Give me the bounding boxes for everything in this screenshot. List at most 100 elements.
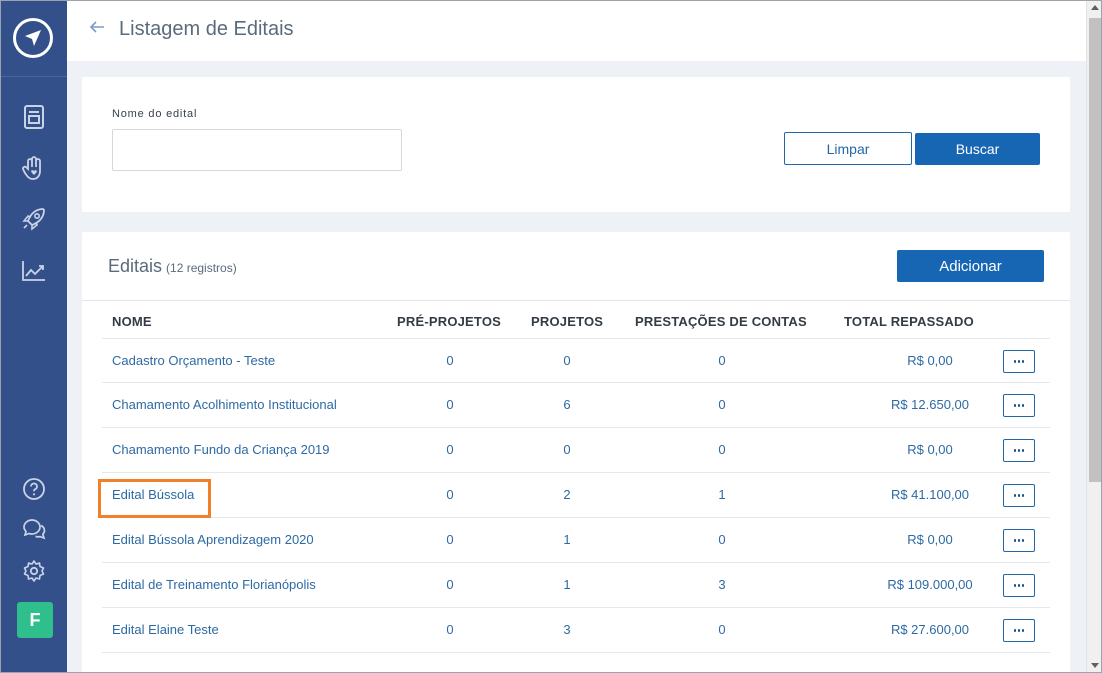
sidebar-item-launch[interactable] <box>21 206 47 232</box>
column-header-prestacoes[interactable]: PRESTAÇÕES DE CONTAS <box>635 314 807 329</box>
row-actions-button[interactable] <box>1003 529 1035 552</box>
pre-projetos-count[interactable]: 0 <box>420 442 480 457</box>
edital-name-link[interactable]: Edital Elaine Teste <box>112 622 219 637</box>
total-repassado: R$ 0,00 <box>907 532 953 547</box>
table-row: Edital Bússola Aprendizagem 2020 0 1 0 R$ 0,… <box>102 518 1050 563</box>
avatar-letter: F <box>29 609 41 630</box>
column-header-pre-projetos[interactable]: PRÉ-PROJETOS <box>397 314 501 329</box>
chat-icon <box>23 519 46 540</box>
total-repassado: R$ 109.000,00 <box>887 577 973 592</box>
edital-name-link[interactable]: Edital Bússola <box>112 487 194 502</box>
column-header-nome[interactable]: NOME <box>112 314 152 329</box>
sidebar-item-chat[interactable] <box>21 516 47 542</box>
total-repassado: R$ 27.600,00 <box>890 622 970 637</box>
list-title: Editais (12 registros) <box>108 256 237 277</box>
edital-name-link[interactable]: Chamamento Acolhimento Institucional <box>112 397 337 412</box>
total-repassado: R$ 0,00 <box>907 442 953 457</box>
page-title: Listagem de Editais <box>119 18 294 40</box>
table-row: Edital de Treinamento Florianópolis 0 1 3 R$… <box>102 563 1050 608</box>
compass-logo-icon <box>25 30 41 46</box>
editais-list-card: Editais (12 registros) Adicionar NOME PRÉ… <box>82 232 1070 672</box>
table-row: Edital Elaine Teste 0 3 0 R$ 27.600,00 <box>102 608 1050 653</box>
edital-name-input[interactable] <box>112 129 402 171</box>
prestacoes-count[interactable]: 0 <box>692 532 752 547</box>
projetos-count[interactable]: 2 <box>537 487 597 502</box>
sidebar-item-reports[interactable] <box>21 258 47 284</box>
prestacoes-count[interactable]: 0 <box>692 622 752 637</box>
page-header: Listagem de Editais <box>67 1 1086 61</box>
prestacoes-count[interactable]: 1 <box>692 487 752 502</box>
projetos-count[interactable]: 6 <box>537 397 597 412</box>
more-dots-icon <box>1013 539 1025 542</box>
app-logo[interactable] <box>13 18 53 58</box>
projetos-count[interactable]: 0 <box>537 353 597 368</box>
edital-name-link[interactable]: Edital de Treinamento Florianópolis <box>112 577 316 592</box>
app-window: F Listagem de Editais Nome do edital Lim… <box>0 0 1102 673</box>
pre-projetos-count[interactable]: 0 <box>420 622 480 637</box>
row-actions-button[interactable] <box>1003 574 1035 597</box>
chart-icon <box>22 261 45 281</box>
sidebar-divider <box>1 76 67 77</box>
row-actions-button[interactable] <box>1003 439 1035 462</box>
pre-projetos-count[interactable]: 0 <box>420 353 480 368</box>
sidebar-item-settings[interactable] <box>21 558 47 584</box>
page-scrollbar[interactable] <box>1086 1 1101 672</box>
scroll-up-arrow-icon[interactable] <box>1091 5 1099 10</box>
projetos-count[interactable]: 0 <box>537 442 597 457</box>
table-row: Chamamento Acolhimento Institucional 0 6 0 R… <box>102 383 1050 428</box>
total-repassado: R$ 41.100,00 <box>890 487 970 502</box>
gear-icon <box>23 560 45 582</box>
more-dots-icon <box>1013 584 1025 587</box>
table-row: Chamamento Fundo da Criança 2019 0 0 0 R$ 0,… <box>102 428 1050 473</box>
edital-name-link[interactable]: Edital Bússola Aprendizagem 2020 <box>112 532 314 547</box>
user-avatar[interactable]: F <box>17 602 53 638</box>
row-actions-button[interactable] <box>1003 394 1035 417</box>
table-row: Edital Bússola 0 2 1 R$ 41.100,00 <box>102 473 1050 518</box>
column-header-projetos[interactable]: PROJETOS <box>531 314 603 329</box>
record-count: (12 registros) <box>166 261 237 275</box>
more-dots-icon <box>1013 404 1025 407</box>
total-repassado: R$ 12.650,00 <box>890 397 970 412</box>
rocket-icon <box>22 208 45 231</box>
projetos-count[interactable]: 1 <box>537 577 597 592</box>
prestacoes-count[interactable]: 3 <box>692 577 752 592</box>
hand-heart-icon <box>22 156 41 180</box>
document-icon <box>24 105 44 129</box>
more-dots-icon <box>1013 449 1025 452</box>
prestacoes-count[interactable]: 0 <box>692 397 752 412</box>
sidebar-item-editais[interactable] <box>21 104 47 130</box>
back-arrow-icon[interactable] <box>87 17 107 37</box>
clear-button[interactable]: Limpar <box>784 132 912 165</box>
column-header-total[interactable]: TOTAL REPASSADO <box>844 314 974 329</box>
sidebar: F <box>1 1 67 672</box>
projetos-count[interactable]: 1 <box>537 532 597 547</box>
scroll-thumb[interactable] <box>1089 18 1101 482</box>
projetos-count[interactable]: 3 <box>537 622 597 637</box>
help-icon <box>23 478 45 500</box>
more-dots-icon <box>1013 494 1025 497</box>
total-repassado: R$ 0,00 <box>907 353 953 368</box>
prestacoes-count[interactable]: 0 <box>692 353 752 368</box>
row-actions-button[interactable] <box>1003 350 1035 373</box>
add-button[interactable]: Adicionar <box>897 250 1044 282</box>
more-dots-icon <box>1013 629 1025 632</box>
scroll-down-arrow-icon[interactable] <box>1091 663 1099 668</box>
list-title-text: Editais <box>108 256 163 276</box>
sidebar-item-projetos[interactable] <box>21 155 47 181</box>
table-row: Cadastro Orçamento - Teste 0 0 0 R$ 0,00 <box>102 338 1050 383</box>
sidebar-item-help[interactable] <box>21 476 47 502</box>
search-button[interactable]: Buscar <box>915 133 1040 165</box>
pre-projetos-count[interactable]: 0 <box>420 397 480 412</box>
list-divider <box>82 300 1070 301</box>
prestacoes-count[interactable]: 0 <box>692 442 752 457</box>
row-actions-button[interactable] <box>1003 619 1035 642</box>
row-actions-button[interactable] <box>1003 484 1035 507</box>
pre-projetos-count[interactable]: 0 <box>420 577 480 592</box>
filter-card: Nome do edital Limpar Buscar <box>82 77 1070 212</box>
pre-projetos-count[interactable]: 0 <box>420 487 480 502</box>
edital-name-link[interactable]: Chamamento Fundo da Criança 2019 <box>112 442 330 457</box>
edital-name-label: Nome do edital <box>112 108 198 120</box>
edital-name-link[interactable]: Cadastro Orçamento - Teste <box>112 353 275 368</box>
pre-projetos-count[interactable]: 0 <box>420 532 480 547</box>
more-dots-icon <box>1013 360 1025 363</box>
